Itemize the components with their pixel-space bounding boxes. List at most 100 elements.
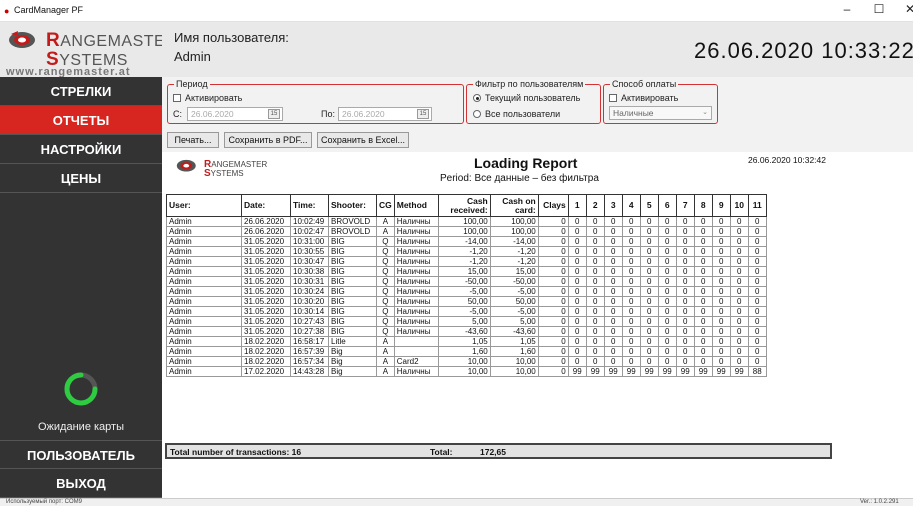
table-cell: 0 [675,266,695,277]
table-cell: -43,60 [437,326,491,337]
print-button[interactable]: Печать... [167,132,219,148]
user-filter-group: Фильтр по пользователям Текущий пользова… [466,79,601,124]
table-cell: 0 [567,256,587,267]
table-cell: 10:30:24 [290,286,329,297]
nav-user-button[interactable]: ПОЛЬЗОВАТЕЛЬ [0,440,162,469]
table-cell: 0 [639,336,659,347]
table-cell: 0 [729,296,749,307]
payment-method-select[interactable]: Наличные ⌄ [609,106,712,120]
save-pdf-button[interactable]: Сохранить в PDF... [224,132,312,148]
table-cell: 0 [747,336,767,347]
table-cell: 10:27:43 [290,316,329,327]
table-cell: 0 [657,306,677,317]
table-cell: 0 [657,226,677,237]
table-cell: 31.05.2020 [241,246,291,257]
table-cell: 0 [537,366,569,377]
table-cell: -5,00 [437,286,491,297]
table-cell: 0 [621,236,641,247]
table-cell: Q [376,236,395,247]
nav-prices-button[interactable]: ЦЕНЫ [0,164,162,193]
table-cell: 31.05.2020 [241,286,291,297]
table-row: Admin 18.02.2020 16:57:39 Big A 1,60 1,60 0 0 0 0 0… [166,346,767,357]
table-cell: 0 [729,356,749,367]
table-cell: 0 [711,286,731,297]
calendar-icon[interactable]: 15 [417,109,429,119]
table-cell: 0 [693,356,713,367]
total-value: 172,65 [480,447,506,457]
main-panel: Период Активировать С: 26.06.2020 15 По: … [162,77,913,498]
table-cell: 0 [639,236,659,247]
maximize-icon[interactable]: ☐ [870,2,888,16]
table-cell: A [376,366,395,377]
table-cell: 99 [693,366,713,377]
exit-button[interactable]: ВЫХОД [0,469,162,498]
table-cell: 0 [567,346,587,357]
filter-all-users-radio[interactable]: Все пользователи [473,109,560,119]
table-cell: 0 [537,276,569,287]
table-cell: 0 [657,356,677,367]
table-cell: 0 [693,256,713,267]
payment-activate-checkbox[interactable]: Активировать [609,93,678,103]
table-cell: 15,00 [489,266,539,277]
table-cell: 5,00 [489,316,539,327]
table-cell: 0 [693,326,713,337]
table-cell: 0 [603,316,623,327]
save-excel-button[interactable]: Сохранить в Excel... [317,132,409,148]
table-cell: 0 [585,236,605,247]
table-cell: Наличны [393,216,439,227]
table-cell: 0 [657,336,677,347]
period-from-input[interactable]: 26.06.2020 15 [187,107,283,121]
table-cell: BIG [328,306,377,317]
period-to-input[interactable]: 26.06.2020 15 [338,107,432,121]
table-cell: 0 [657,326,677,337]
table-row: Admin 31.05.2020 10:27:43 BIG Q Наличны 5,00 5,… [166,316,767,327]
table-cell: 0 [747,266,767,277]
table-cell: 0 [693,286,713,297]
table-cell: 0 [693,246,713,257]
table-cell: BROVOLD [328,216,377,227]
calendar-icon[interactable]: 15 [268,109,280,119]
nav-reports-button[interactable]: ОТЧЕТЫ [0,106,162,135]
table-cell: 50,00 [489,296,539,307]
table-cell: Наличны [393,306,439,317]
table-cell: 0 [657,296,677,307]
table-cell: 99 [711,366,731,377]
table-cell: 10:30:20 [290,296,329,307]
table-cell: 99 [657,366,677,377]
table-cell: 31.05.2020 [241,296,291,307]
table-row: Admin 18.02.2020 16:58:17 Litle A 1,05 1,05 0 0 0… [166,336,767,347]
table-cell: Admin [166,256,242,267]
table-cell: 0 [585,276,605,287]
table-cell: 10,00 [489,366,539,377]
nav-shooters-button[interactable]: СТРЕЛКИ [0,77,162,106]
table-cell: BIG [328,326,377,337]
table-header: User: Date: Time: Shooter: CG Method Cash rece… [166,194,767,217]
table-cell: 0 [621,256,641,267]
table-cell: Q [376,276,395,287]
column-header: 2 [585,194,605,217]
table-cell: 0 [537,236,569,247]
table-cell: 0 [585,216,605,227]
table-cell: Наличны [393,256,439,267]
table-cell: Q [376,266,395,277]
table-row: Admin 18.02.2020 16:57:34 Big A Card2 10,00 10,… [166,356,767,367]
nav-settings-button[interactable]: НАСТРОЙКИ [0,135,162,164]
filter-current-user-radio[interactable]: Текущий пользователь [473,93,580,103]
chevron-down-icon: ⌄ [702,109,708,116]
table-cell [393,346,439,357]
table-row: Admin 17.02.2020 14:43:28 Big A Наличны 10,00 1… [166,366,767,377]
table-cell: 0 [693,266,713,277]
table-cell: 0 [567,316,587,327]
table-cell: 0 [603,266,623,277]
period-activate-checkbox[interactable]: Активировать [173,93,242,103]
table-cell: 0 [675,356,695,367]
table-cell: 0 [675,246,695,257]
table-cell: 0 [621,356,641,367]
minimize-icon[interactable]: – [838,2,856,16]
table-cell: 0 [603,306,623,317]
close-icon[interactable]: ✕ [901,2,913,16]
table-cell: Admin [166,226,242,237]
table-cell: 0 [585,286,605,297]
table-cell: A [376,336,395,347]
logo-mark-icon [9,31,35,48]
